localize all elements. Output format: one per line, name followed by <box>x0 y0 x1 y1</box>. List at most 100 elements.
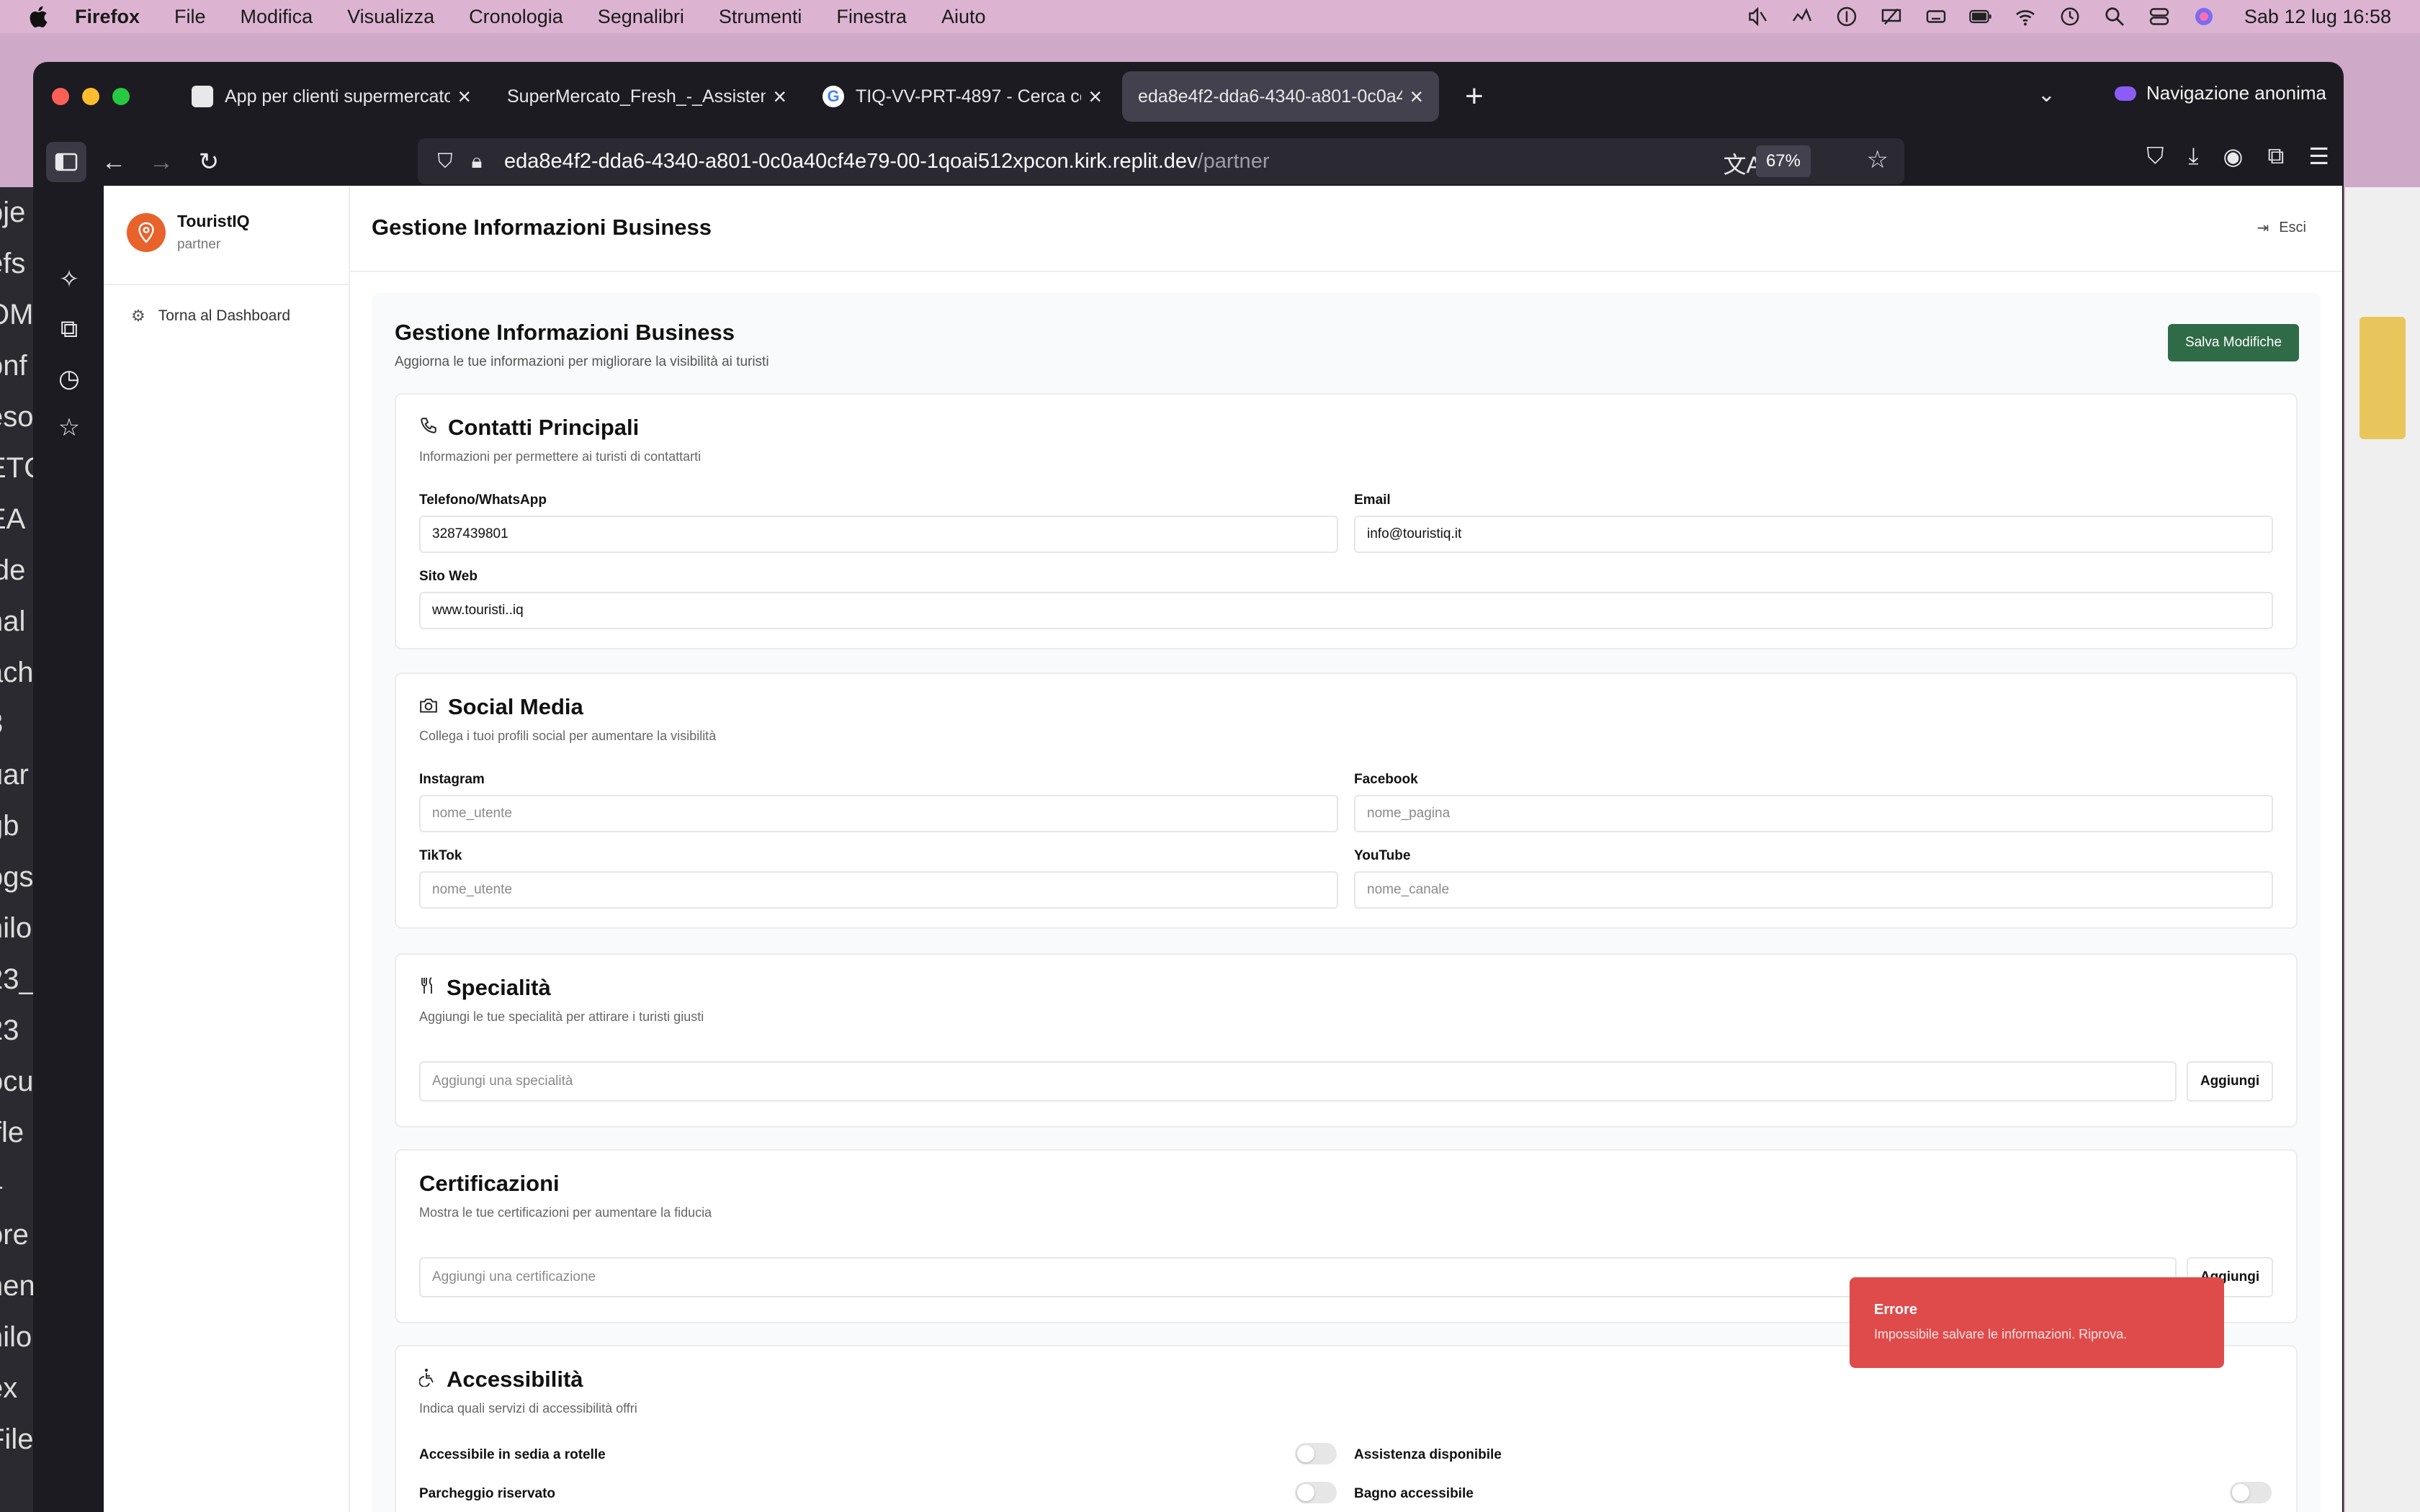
accessibility-title-text: Accessibilità <box>447 1367 583 1392</box>
email-field: Email info@touristiq.it <box>1354 492 2273 553</box>
menu-aiuto[interactable]: Aiuto <box>941 6 986 28</box>
pocket-icon[interactable]: ⛉ <box>2146 143 2164 170</box>
accessible-bathroom-toggle[interactable] <box>2230 1482 2272 1503</box>
tiktok-field: TikTok nome_utente <box>419 848 1338 909</box>
youtube-label: YouTube <box>1354 848 1411 863</box>
bg-text: hilo <box>0 912 32 944</box>
menu-firefox[interactable]: Firefox <box>75 6 140 28</box>
tab-supermercato[interactable]: SuperMercato_Fresh_-_Assistente_ × <box>491 71 802 122</box>
macos-menubar: Firefox File Modifica Visualizza Cronolo… <box>0 0 2420 33</box>
tab-active-replit-dev[interactable]: eda8e4f2-dda6-4340-a801-0c0a40 × <box>1122 71 1439 122</box>
brand: TouristIQ partner <box>127 212 250 253</box>
background-window-left: oje efs OM onf eso ETC EA ide nal ach 3 … <box>0 187 36 1512</box>
lock-icon[interactable]: 🔒︎ <box>462 150 491 174</box>
phone-input[interactable]: 3287439801 <box>419 516 1338 553</box>
accessibility-card: Accessibilità Indica quali servizi di ac… <box>395 1345 2298 1512</box>
toast-title: Errore <box>1874 1302 1918 1318</box>
reserved-parking-toggle[interactable] <box>1295 1482 1337 1503</box>
tab-label: App per clienti supermercato co <box>225 86 451 107</box>
activity-icon[interactable] <box>1791 6 1814 27</box>
navigation-toolbar: ← → ↻ ⛉ 🔒︎ eda8e4f2-dda6-4340-a801-0c0a4… <box>33 131 2344 193</box>
back-to-dashboard-link[interactable]: ⚙ Torna al Dashboard <box>131 307 290 325</box>
tiktok-input[interactable]: nome_utente <box>419 871 1338 909</box>
close-tab-icon[interactable]: × <box>1410 84 1423 110</box>
close-tab-icon[interactable]: × <box>773 84 786 110</box>
control-center-icon[interactable] <box>2148 6 2171 27</box>
specialties-subtitle: Aggiungi le tue specialità per attirare … <box>419 1009 704 1024</box>
wheelchair-accessible-toggle[interactable] <box>1295 1443 1337 1464</box>
private-mask-icon <box>2114 86 2136 101</box>
mute-icon[interactable] <box>1746 6 1769 27</box>
wifi-icon[interactable] <box>2014 6 2037 27</box>
downloads-icon[interactable]: ⤓ <box>2188 143 2198 170</box>
bg-text: 4 <box>0 1158 36 1210</box>
close-tab-icon[interactable]: × <box>457 84 471 110</box>
bg-text: ocu <box>0 1066 34 1097</box>
menu-visualizza[interactable]: Visualizza <box>347 6 434 28</box>
menu-modifica[interactable]: Modifica <box>241 6 313 28</box>
instagram-input[interactable]: nome_utente <box>419 795 1338 832</box>
menu-strumenti[interactable]: Strumenti <box>719 6 802 28</box>
sidebar-toggle-icon[interactable] <box>46 142 86 182</box>
url-host: eda8e4f2-dda6-4340-a801-0c0a40cf4e79-00-… <box>504 149 1198 173</box>
website-input[interactable]: www.touristi..iq <box>419 592 2273 629</box>
siri-icon[interactable] <box>2192 6 2215 27</box>
menu-hamburger-icon[interactable]: ☰ <box>2308 143 2329 170</box>
status-icons: Sab 12 lug 16:58 <box>1746 0 2391 33</box>
bg-text: EA <box>0 503 26 535</box>
menu-cronologia[interactable]: Cronologia <box>469 6 563 28</box>
accessibility-title: Accessibilità <box>418 1367 583 1392</box>
menubar-clock[interactable]: Sab 12 lug 16:58 <box>2244 6 2391 28</box>
extensions-icon[interactable]: ⧉ <box>2267 143 2284 170</box>
battery-icon[interactable] <box>1969 6 1992 27</box>
email-input[interactable]: info@touristiq.it <box>1354 516 2273 553</box>
tiktok-label: TikTok <box>419 848 462 863</box>
specialty-input[interactable]: Aggiungi una specialità <box>419 1061 2177 1102</box>
error-toast[interactable]: Errore Impossibile salvare le informazio… <box>1850 1277 2224 1368</box>
menu-file[interactable]: File <box>174 6 206 28</box>
save-changes-button[interactable]: Salva Modifiche <box>2168 324 2299 361</box>
back-link-label: Torna al Dashboard <box>158 307 291 324</box>
back-icon[interactable]: ← <box>94 142 134 182</box>
minimize-window-button[interactable] <box>82 88 99 105</box>
reload-icon[interactable]: ↻ <box>189 142 229 182</box>
spotlight-search-icon[interactable] <box>2103 6 2126 27</box>
facebook-input[interactable]: nome_pagina <box>1354 795 2273 832</box>
bookmarks-icon[interactable]: ☆ <box>55 413 84 442</box>
website-label: Sito Web <box>419 569 478 584</box>
logout-button[interactable]: ⇥ Esci <box>2257 219 2306 237</box>
keyboard-icon[interactable] <box>1924 6 1948 27</box>
bg-text: ore <box>0 1219 29 1251</box>
tab-replit-app[interactable]: App per clienti supermercato co × <box>176 71 487 122</box>
add-specialty-button[interactable]: Aggiungi <box>2187 1061 2273 1102</box>
tab-google-search[interactable]: G TIQ-VV-PRT-4897 - Cerca con G × <box>807 71 1118 122</box>
youtube-input[interactable]: nome_canale <box>1354 871 2273 909</box>
accessibility-subtitle: Indica quali servizi di accessibilità of… <box>419 1401 637 1416</box>
forward-icon[interactable]: → <box>141 142 182 182</box>
bg-text: ide <box>0 554 26 586</box>
time-machine-icon[interactable] <box>2058 6 2081 27</box>
synced-tabs-icon[interactable]: ⧉ <box>55 315 84 344</box>
settings-gear-icon: ⚙ <box>131 307 145 325</box>
apple-icon[interactable] <box>27 4 49 29</box>
ai-chatbot-icon[interactable]: ✧ <box>55 265 84 294</box>
zoom-window-button[interactable] <box>112 88 130 105</box>
firefox-sidebar: ✧ ⧉ ◷ ☆ ⚙ <box>33 193 104 1512</box>
url-bar[interactable]: ⛉ 🔒︎ eda8e4f2-dda6-4340-a801-0c0a40cf4e7… <box>418 138 1904 184</box>
wheelchair-icon <box>418 1368 436 1392</box>
tracking-protection-icon[interactable]: ⛉ <box>431 150 460 174</box>
account-icon[interactable]: ◉ <box>2223 143 2244 170</box>
bookmark-star-icon[interactable]: ☆ <box>1867 145 1888 174</box>
menu-finestra[interactable]: Finestra <box>836 6 907 28</box>
screen-mirroring-icon[interactable] <box>1880 6 1903 27</box>
close-window-button[interactable] <box>52 88 69 105</box>
menu-segnalibri[interactable]: Segnalibri <box>598 6 684 28</box>
bg-text: File <box>0 1423 34 1455</box>
list-all-tabs-icon[interactable]: ⌄ <box>2038 82 2056 107</box>
new-tab-button[interactable]: + <box>1465 78 1484 114</box>
reserved-parking-label: Parcheggio riservato <box>419 1486 556 1501</box>
history-icon[interactable]: ◷ <box>55 364 84 393</box>
close-tab-icon[interactable]: × <box>1088 84 1102 110</box>
accessibility-status-icon[interactable] <box>1835 6 1858 27</box>
zoom-level-button[interactable]: 67% <box>1755 145 1811 177</box>
